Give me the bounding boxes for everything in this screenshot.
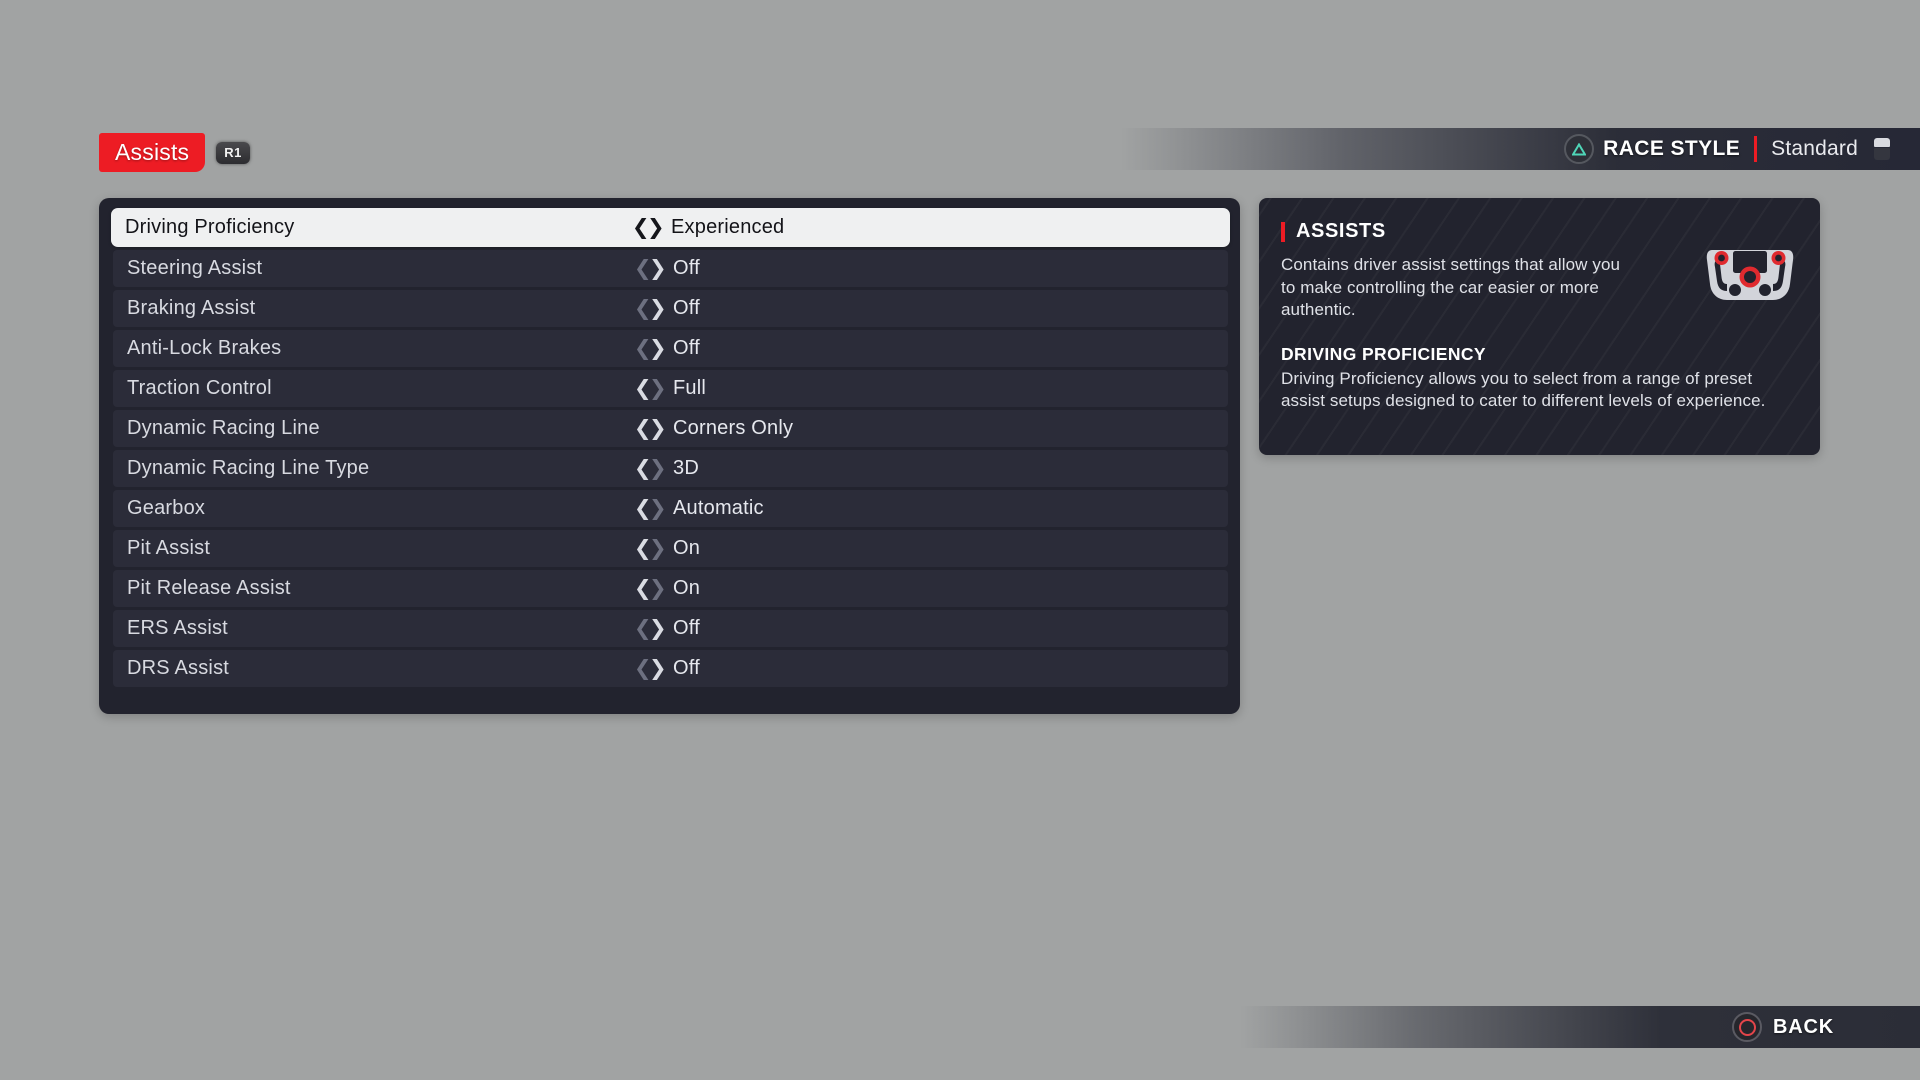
- chevron-right-icon[interactable]: ❯: [649, 298, 667, 319]
- settings-row[interactable]: Gearbox ❮ ❯ Automatic: [113, 490, 1228, 527]
- settings-row-control: ❮ ❯ Automatic: [634, 497, 764, 520]
- settings-row-label: Pit Assist: [127, 537, 211, 559]
- settings-row-value: Off: [673, 617, 700, 639]
- settings-row-label: Pit Release Assist: [127, 577, 291, 599]
- chevron-left-icon[interactable]: ❮: [634, 498, 652, 519]
- settings-row-control: ❮ ❯ Off: [634, 257, 700, 280]
- settings-row[interactable]: ERS Assist ❮ ❯ Off: [113, 610, 1228, 647]
- settings-row-control: ❮ ❯ On: [634, 577, 700, 600]
- chevron-right-icon[interactable]: ❯: [647, 217, 665, 238]
- back-bar[interactable]: BACK: [1240, 1006, 1920, 1048]
- chevron-right-icon[interactable]: ❯: [649, 258, 667, 279]
- tab-bar: Assists R1: [99, 133, 250, 173]
- race-style-divider: [1754, 136, 1758, 162]
- settings-row-value: 3D: [673, 457, 699, 479]
- settings-row[interactable]: Pit Assist ❮ ❯ On: [113, 530, 1228, 567]
- settings-row-control: ❮ ❯ Off: [634, 617, 700, 640]
- chevron-left-icon[interactable]: ❮: [634, 258, 652, 279]
- settings-row[interactable]: Anti-Lock Brakes ❮ ❯ Off: [113, 330, 1228, 367]
- settings-row-value: Off: [673, 257, 700, 279]
- chevron-right-icon[interactable]: ❯: [649, 378, 667, 399]
- race-style-value: Standard: [1771, 137, 1858, 160]
- info-sub-description: Driving Proficiency allows you to select…: [1281, 368, 1766, 411]
- settings-row-control: ❮ ❯ 3D: [634, 457, 699, 480]
- settings-list-panel: Driving Proficiency ❮ ❯ Experienced Steering…: [99, 198, 1240, 714]
- settings-row-value: On: [673, 577, 701, 599]
- settings-row-label: DRS Assist: [127, 657, 230, 679]
- settings-rows: Driving Proficiency ❮ ❯ Experienced Steering…: [111, 208, 1230, 687]
- settings-row-control: ❮ ❯ Off: [634, 297, 700, 320]
- settings-row-label: Steering Assist: [127, 257, 263, 279]
- settings-row-value: Off: [673, 337, 700, 359]
- game-settings-screen: Assists R1 RACE STYLE Standard Driving P…: [0, 0, 1920, 1080]
- settings-row-control: ❮ ❯ Experienced: [632, 216, 784, 239]
- chevron-right-icon[interactable]: ❯: [649, 418, 667, 439]
- settings-row-label: Braking Assist: [127, 297, 256, 319]
- settings-row-value: Off: [673, 657, 700, 679]
- settings-row[interactable]: Dynamic Racing Line ❮ ❯ Corners Only: [113, 410, 1228, 447]
- settings-row-value: Corners Only: [673, 417, 794, 439]
- info-title: ASSISTS: [1296, 220, 1386, 242]
- settings-row-control: ❮ ❯ Full: [634, 377, 706, 400]
- race-style-label: RACE STYLE: [1603, 137, 1741, 160]
- settings-row-label: Anti-Lock Brakes: [127, 337, 282, 359]
- ps-triangle-icon: [1564, 134, 1595, 164]
- settings-row-label: Gearbox: [127, 497, 206, 519]
- chevron-right-icon[interactable]: ❯: [649, 658, 667, 679]
- settings-row-control: ❮ ❯ On: [634, 537, 700, 560]
- chevron-right-icon[interactable]: ❯: [649, 578, 667, 599]
- info-header: ASSISTS: [1281, 220, 1796, 243]
- settings-row-value: Experienced: [671, 216, 785, 238]
- settings-row-value: Full: [673, 377, 707, 399]
- chevron-left-icon[interactable]: ❮: [634, 458, 652, 479]
- chevron-right-icon[interactable]: ❯: [649, 538, 667, 559]
- info-sub-title: DRIVING PROFICIENCY: [1281, 343, 1486, 364]
- chevron-right-icon[interactable]: ❯: [649, 618, 667, 639]
- chevron-right-icon[interactable]: ❯: [649, 498, 667, 519]
- chevron-right-icon[interactable]: ❯: [649, 458, 667, 479]
- chevron-left-icon[interactable]: ❮: [634, 658, 652, 679]
- settings-row[interactable]: Pit Release Assist ❮ ❯ On: [113, 570, 1228, 607]
- chevron-left-icon[interactable]: ❮: [634, 578, 652, 599]
- tab-assists[interactable]: Assists: [99, 133, 206, 173]
- settings-row-value: Off: [673, 297, 700, 319]
- settings-row[interactable]: Dynamic Racing Line Type ❮ ❯ 3D: [113, 450, 1228, 487]
- settings-row-label: Driving Proficiency: [125, 216, 295, 238]
- chevron-left-icon[interactable]: ❮: [634, 618, 652, 639]
- back-button-label: BACK: [1773, 1015, 1834, 1038]
- settings-row-control: ❮ ❯ Off: [634, 337, 700, 360]
- settings-row[interactable]: Traction Control ❮ ❯ Full: [113, 370, 1228, 407]
- info-description: Contains driver assist settings that all…: [1281, 255, 1621, 320]
- race-style-bar[interactable]: RACE STYLE Standard: [1120, 128, 1920, 170]
- settings-row[interactable]: DRS Assist ❮ ❯ Off: [113, 650, 1228, 687]
- touchpad-icon: [1872, 138, 1892, 160]
- settings-row-label: ERS Assist: [127, 617, 228, 639]
- settings-row-label: Dynamic Racing Line Type: [127, 457, 370, 479]
- chevron-right-icon[interactable]: ❯: [649, 338, 667, 359]
- settings-row-control: ❮ ❯ Corners Only: [634, 417, 793, 440]
- chevron-left-icon[interactable]: ❮: [634, 538, 652, 559]
- chevron-left-icon[interactable]: ❮: [632, 217, 650, 238]
- settings-row-value: On: [673, 537, 701, 559]
- info-panel: ASSISTS Contains driver assist settings …: [1259, 198, 1820, 455]
- settings-row[interactable]: Driving Proficiency ❮ ❯ Experienced: [111, 208, 1230, 247]
- settings-row-label: Dynamic Racing Line: [127, 417, 320, 439]
- settings-row[interactable]: Steering Assist ❮ ❯ Off: [113, 250, 1228, 287]
- settings-row-label: Traction Control: [127, 377, 272, 399]
- r1-button-badge[interactable]: R1: [216, 141, 250, 164]
- chevron-left-icon[interactable]: ❮: [634, 338, 652, 359]
- settings-row-control: ❮ ❯ Off: [634, 657, 700, 680]
- chevron-left-icon[interactable]: ❮: [634, 418, 652, 439]
- settings-row[interactable]: Braking Assist ❮ ❯ Off: [113, 290, 1228, 327]
- settings-row-value: Automatic: [673, 497, 764, 519]
- chevron-left-icon[interactable]: ❮: [634, 298, 652, 319]
- chevron-left-icon[interactable]: ❮: [634, 378, 652, 399]
- ps-circle-icon: [1732, 1012, 1763, 1042]
- accent-tick: [1281, 221, 1285, 242]
- steering-wheel-icon: [1706, 244, 1794, 307]
